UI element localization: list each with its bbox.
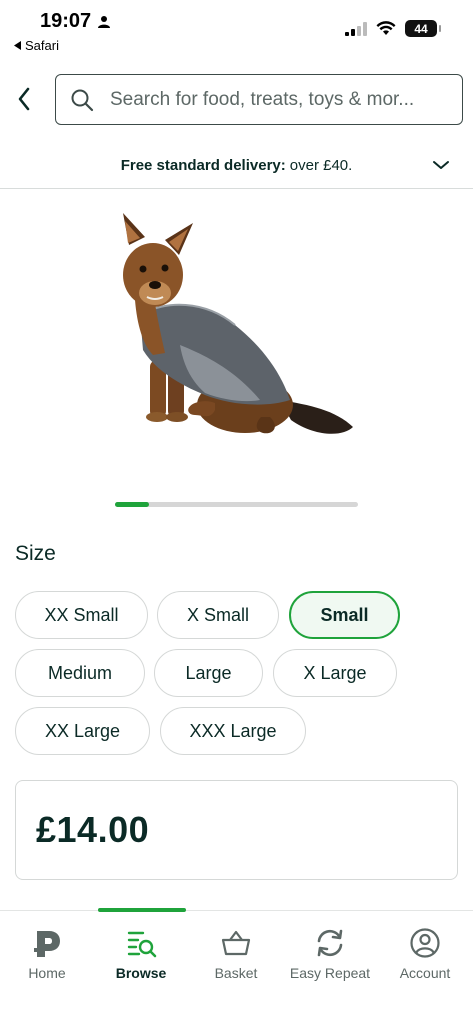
- time-text: 19:07: [40, 10, 92, 32]
- size-label: Size: [15, 542, 56, 565]
- delivery-banner[interactable]: Free standard delivery: over £40.: [0, 143, 473, 189]
- battery-level: 44: [414, 21, 428, 36]
- product-image[interactable]: [95, 205, 375, 455]
- size-option-x-large[interactable]: X Large: [273, 649, 397, 697]
- search-placeholder: Search for food, treats, toys & mor...: [110, 88, 415, 110]
- tab-easy-repeat-label: Easy Repeat: [289, 965, 371, 981]
- status-indicators: 44: [345, 20, 441, 37]
- back-triangle-icon: [14, 41, 21, 50]
- tab-basket-label: Basket: [214, 965, 258, 981]
- tab-easy-repeat[interactable]: Easy Repeat: [283, 911, 377, 991]
- size-option-medium[interactable]: Medium: [15, 649, 145, 697]
- status-time: 19:07: [40, 10, 111, 33]
- tab-browse[interactable]: Browse: [94, 911, 188, 991]
- size-option-x-small[interactable]: X Small: [157, 591, 279, 639]
- tab-account[interactable]: Account: [378, 911, 472, 991]
- delivery-bold-text: Free standard delivery:: [120, 157, 286, 174]
- signal-icon: [345, 21, 367, 36]
- browse-icon: [127, 931, 157, 958]
- battery-indicator: 44: [405, 20, 441, 37]
- search-icon: [71, 89, 94, 111]
- size-option-xxx-large[interactable]: XXX Large: [160, 707, 306, 755]
- tab-account-label: Account: [399, 965, 451, 981]
- back-app-label: Safari: [25, 38, 59, 53]
- tab-home[interactable]: Home: [0, 911, 94, 991]
- home-logo-icon: [34, 931, 60, 957]
- search-input[interactable]: Search for food, treats, toys & mor...: [55, 74, 463, 125]
- size-option-small[interactable]: Small: [289, 591, 400, 639]
- tab-bar: Home Browse Basket Easy Repeat Account: [0, 908, 473, 1024]
- price: £14.00: [36, 809, 150, 850]
- tab-browse-label: Browse: [115, 965, 167, 981]
- wifi-icon: [376, 21, 396, 35]
- repeat-icon: [317, 929, 343, 957]
- carousel-progress: [115, 502, 150, 507]
- back-button[interactable]: [12, 84, 36, 114]
- tab-home-label: Home: [28, 965, 66, 981]
- account-icon: [410, 928, 440, 958]
- tab-basket[interactable]: Basket: [189, 911, 283, 991]
- chevron-left-icon: [18, 87, 30, 111]
- size-option-xx-small[interactable]: XX Small: [15, 591, 148, 639]
- status-bar: 19:07 Safari 44: [0, 0, 473, 58]
- delivery-rest-text: over £40.: [289, 157, 353, 174]
- price-box: £14.00: [15, 780, 458, 880]
- person-icon: [98, 15, 111, 28]
- back-to-app[interactable]: Safari: [14, 38, 59, 53]
- basket-icon: [221, 930, 251, 956]
- image-carousel-indicator[interactable]: [115, 502, 358, 507]
- size-option-large[interactable]: Large: [154, 649, 263, 697]
- size-option-xx-large[interactable]: XX Large: [15, 707, 150, 755]
- chevron-down-icon[interactable]: [431, 155, 451, 175]
